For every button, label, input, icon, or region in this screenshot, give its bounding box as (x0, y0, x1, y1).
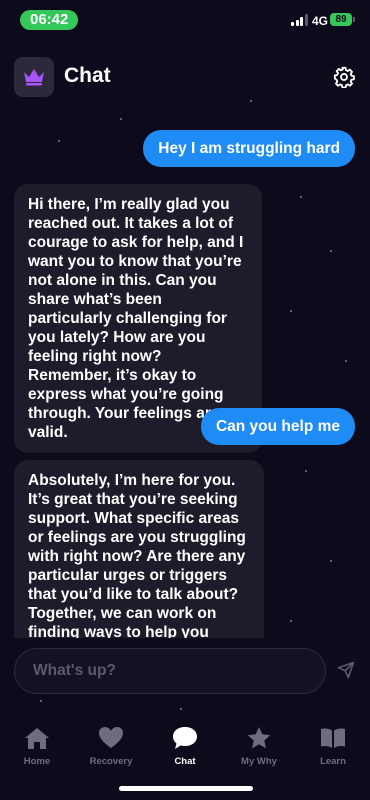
chat-bubble-icon (173, 727, 197, 749)
user-message: Hey I am struggling hard (143, 130, 355, 167)
header: Chat (0, 56, 370, 98)
star-icon (247, 727, 271, 749)
battery-icon: 89 (330, 13, 352, 26)
network-type: 4G (312, 14, 329, 28)
message-input[interactable] (33, 662, 313, 680)
home-icon (25, 728, 49, 749)
book-icon (321, 728, 345, 748)
signal-icon (291, 14, 308, 26)
tab-label: Home (23, 756, 51, 767)
tab-label: My Why (241, 756, 277, 767)
gear-icon[interactable] (333, 66, 355, 89)
tab-label: Learn (320, 756, 346, 767)
tab-bar: Home Recovery Chat My Why Learn (0, 726, 370, 776)
battery-tip (353, 17, 355, 22)
tab-recovery[interactable]: Recovery (74, 726, 148, 767)
status-bar: 06:42 4G 89 (0, 0, 370, 38)
user-message: Can you help me (200, 408, 355, 445)
tab-label: Recovery (89, 756, 133, 767)
send-icon[interactable] (337, 661, 355, 679)
crown-icon (14, 57, 54, 97)
heart-icon (99, 727, 123, 748)
status-time: 06:42 (20, 10, 79, 30)
tab-home[interactable]: Home (0, 726, 74, 767)
tab-chat[interactable]: Chat (148, 726, 222, 767)
tab-my-why[interactable]: My Why (222, 726, 296, 767)
home-indicator (119, 786, 253, 791)
page-title: Chat (64, 64, 111, 87)
chat-thread[interactable]: Hey I am struggling hard Hi there, I’m r… (0, 108, 370, 638)
assistant-message: Absolutely, I’m here for you. It’s great… (14, 460, 264, 638)
tab-label: Chat (174, 756, 196, 767)
tab-learn[interactable]: Learn (296, 726, 370, 767)
message-composer[interactable] (14, 648, 326, 694)
